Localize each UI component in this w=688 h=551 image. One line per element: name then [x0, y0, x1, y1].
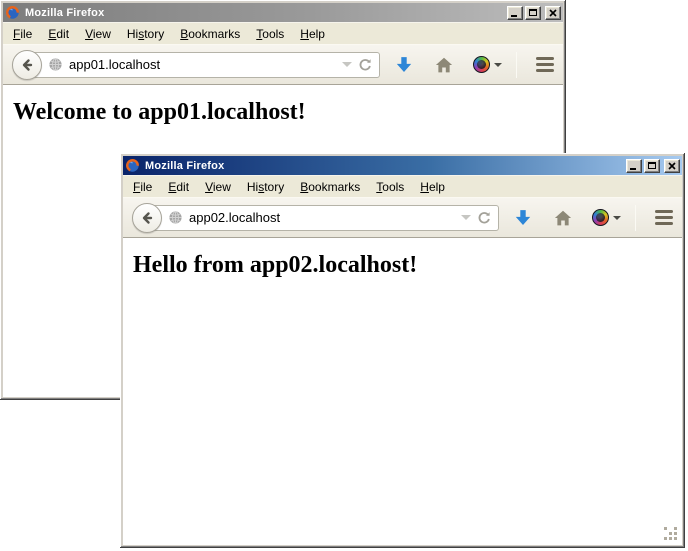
- menu-bookmarks[interactable]: Bookmarks: [292, 177, 368, 197]
- color-wheel-button[interactable]: [473, 56, 502, 73]
- url-text: app02.localhost: [189, 210, 455, 225]
- menu-tools[interactable]: Tools: [248, 24, 292, 44]
- back-icon: [19, 57, 35, 73]
- menu-bookmarks[interactable]: Bookmarks: [172, 24, 248, 44]
- menu-icon[interactable]: [533, 54, 557, 75]
- menu-history[interactable]: History: [239, 177, 292, 197]
- close-button[interactable]: [545, 6, 561, 20]
- url-bar[interactable]: app02.localhost: [146, 205, 499, 231]
- close-button[interactable]: [664, 159, 680, 173]
- download-icon[interactable]: [395, 57, 413, 73]
- home-icon[interactable]: [435, 57, 453, 73]
- dropdown-caret-icon: [613, 216, 621, 220]
- firefox-logo-icon: [125, 158, 140, 173]
- color-wheel-icon: [592, 209, 609, 226]
- window-title: Mozilla Firefox: [24, 7, 503, 19]
- minimize-icon: [511, 15, 517, 17]
- dropdown-caret-icon: [494, 63, 502, 67]
- maximize-button[interactable]: [644, 159, 660, 173]
- menu-file[interactable]: File: [125, 177, 160, 197]
- download-icon[interactable]: [514, 210, 532, 226]
- url-text: app01.localhost: [69, 57, 336, 72]
- globe-icon: [168, 210, 183, 225]
- menu-view[interactable]: View: [77, 24, 119, 44]
- page-content: Hello from app02.localhost!: [123, 238, 682, 545]
- maximize-button[interactable]: [525, 6, 541, 20]
- menu-history[interactable]: History: [119, 24, 172, 44]
- back-button[interactable]: [132, 203, 162, 233]
- toolbar-separator: [516, 52, 517, 78]
- menu-file[interactable]: File: [5, 24, 40, 44]
- globe-icon: [48, 57, 63, 72]
- toolbar-separator: [635, 205, 636, 231]
- color-wheel-button[interactable]: [592, 209, 621, 226]
- maximize-icon: [648, 162, 656, 169]
- menu-bar: File Edit View History Bookmarks Tools H…: [3, 22, 563, 44]
- reload-icon[interactable]: [477, 211, 491, 225]
- menu-help[interactable]: Help: [292, 24, 333, 44]
- navigation-toolbar: app01.localhost: [3, 44, 563, 85]
- menu-icon[interactable]: [652, 207, 676, 228]
- close-icon: [668, 162, 676, 170]
- window-title: Mozilla Firefox: [144, 160, 622, 172]
- minimize-button[interactable]: [507, 6, 523, 20]
- close-icon: [549, 9, 557, 17]
- menu-edit[interactable]: Edit: [160, 177, 197, 197]
- urlbar-dropdown-icon[interactable]: [342, 62, 352, 67]
- minimize-icon: [630, 168, 636, 170]
- resize-grip[interactable]: [664, 527, 678, 541]
- firefox-window-app02: Mozilla Firefox File Edit View History B…: [120, 153, 685, 548]
- navigation-toolbar: app02.localhost: [123, 197, 682, 238]
- back-button[interactable]: [12, 50, 42, 80]
- menu-tools[interactable]: Tools: [368, 177, 412, 197]
- maximize-icon: [529, 9, 537, 16]
- page-heading: Hello from app02.localhost!: [133, 252, 682, 279]
- page-heading: Welcome to app01.localhost!: [13, 99, 563, 126]
- desktop: Mozilla Firefox File Edit View History B…: [0, 0, 688, 551]
- minimize-button[interactable]: [626, 159, 642, 173]
- back-icon: [139, 210, 155, 226]
- titlebar[interactable]: Mozilla Firefox: [3, 3, 563, 22]
- menu-bar: File Edit View History Bookmarks Tools H…: [123, 175, 682, 197]
- urlbar-dropdown-icon[interactable]: [461, 215, 471, 220]
- home-icon[interactable]: [554, 210, 572, 226]
- color-wheel-icon: [473, 56, 490, 73]
- menu-view[interactable]: View: [197, 177, 239, 197]
- menu-edit[interactable]: Edit: [40, 24, 77, 44]
- titlebar[interactable]: Mozilla Firefox: [123, 156, 682, 175]
- url-bar[interactable]: app01.localhost: [26, 52, 380, 78]
- menu-help[interactable]: Help: [412, 177, 453, 197]
- firefox-logo-icon: [5, 5, 20, 20]
- reload-icon[interactable]: [358, 58, 372, 72]
